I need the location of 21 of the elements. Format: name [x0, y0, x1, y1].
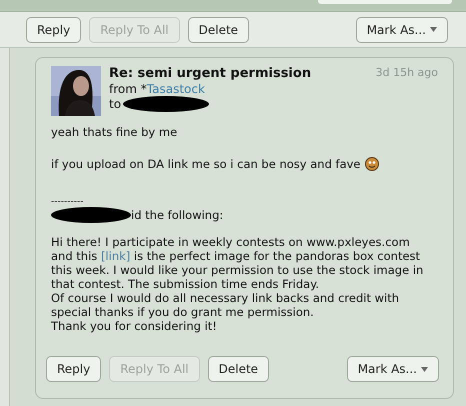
- quoted-paragraph: Thank you for considering it!: [51, 319, 218, 333]
- caret-icon: [430, 27, 437, 32]
- toolbar-button[interactable]: Delete: [208, 356, 270, 382]
- message-text: yeah thats fine by me: [51, 125, 178, 139]
- smiley-icon: [364, 157, 379, 171]
- toolbar-button[interactable]: Reply: [26, 16, 82, 42]
- mark-as-dropdown[interactable]: Mark As...: [356, 16, 448, 42]
- to-label: to: [109, 97, 122, 111]
- quote-intro: id the following:: [131, 208, 224, 222]
- caret-icon: [421, 366, 428, 372]
- message-text: if you upload on DA link me so i can be nosy and fave: [51, 157, 361, 171]
- message-title: Re: semi urgent permission: [109, 66, 312, 82]
- from-label: from: [109, 82, 138, 96]
- separator-text: ----------: [51, 197, 84, 207]
- toolbar-button[interactable]: Reply: [46, 356, 102, 382]
- sender-symbol: *: [140, 82, 147, 96]
- quoted-paragraph: Hi there! I participate in weekly contests on www.pxleyes.com and this [link] is the perfect image for the pandoras box contest this week. I would like your permission to use the stock image in that contest. The submission time ends Friday.: [51, 235, 424, 291]
- toolbar-button[interactable]: Delete: [188, 16, 250, 42]
- quoted-paragraph: Of course I would do all necessary link backs and credit with special thanks if you do grant me permission.: [51, 291, 400, 319]
- message-time: 3d 15h ago: [376, 66, 438, 80]
- mark-as-dropdown[interactable]: Mark As...: [346, 356, 439, 382]
